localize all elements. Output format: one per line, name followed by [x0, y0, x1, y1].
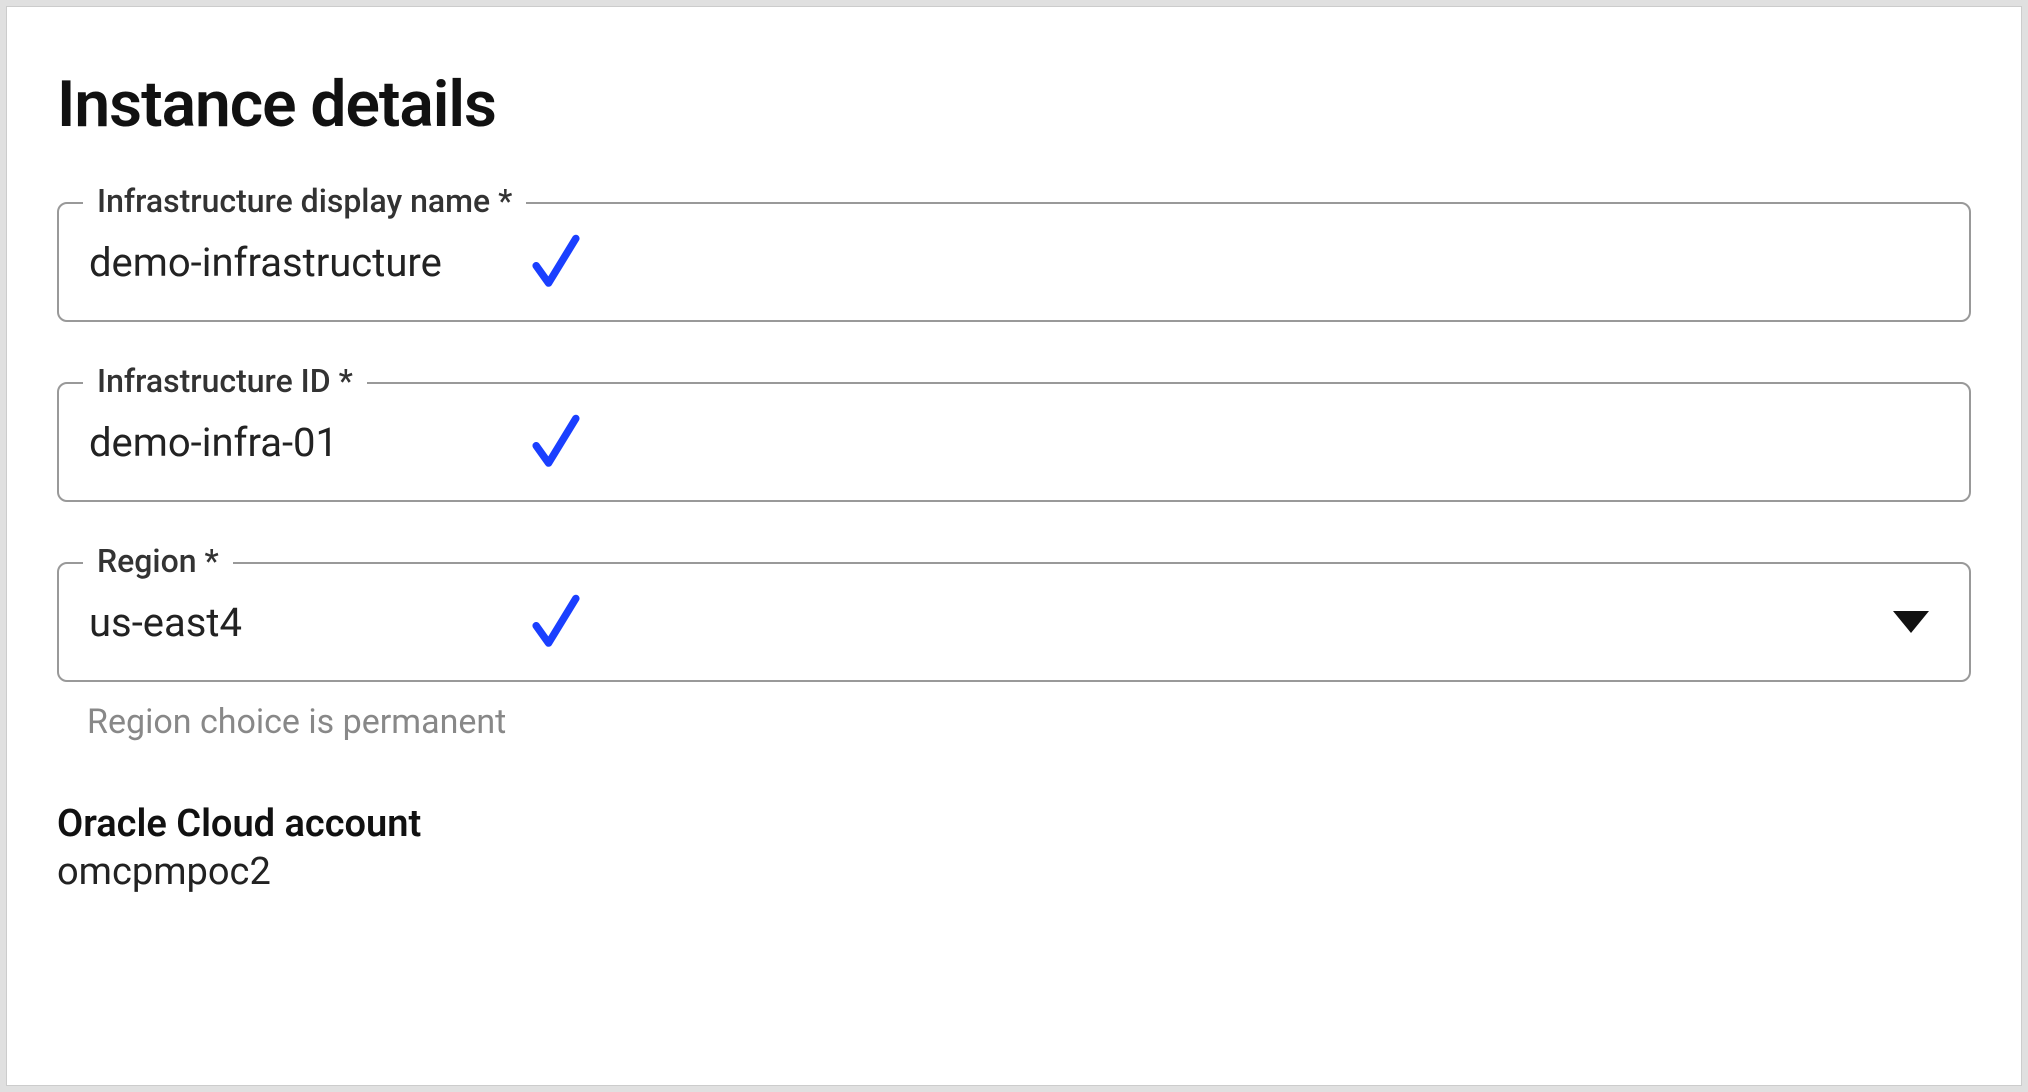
oracle-cloud-account-value: omcpmpoc2 — [57, 850, 1971, 894]
infrastructure-id-value: demo-infra-01 — [89, 419, 469, 466]
infrastructure-id-field[interactable]: Infrastructure ID * demo-infra-01 — [57, 382, 1971, 502]
chevron-down-icon — [1893, 611, 1929, 633]
infrastructure-display-name-field[interactable]: Infrastructure display name * demo-infra… — [57, 202, 1971, 322]
checkmark-icon — [529, 411, 583, 473]
region-helper-text: Region choice is permanent — [87, 702, 1971, 742]
region-label: Region * — [83, 542, 233, 580]
checkmark-icon — [529, 591, 583, 653]
infrastructure-display-name-value: demo-infrastructure — [89, 239, 469, 286]
page-title: Instance details — [57, 67, 1971, 142]
region-value: us-east4 — [89, 599, 469, 646]
infrastructure-display-name-label: Infrastructure display name * — [83, 182, 526, 220]
oracle-cloud-account-section: Oracle Cloud account omcpmpoc2 — [57, 802, 1971, 894]
infrastructure-id-label: Infrastructure ID * — [83, 362, 367, 400]
checkmark-icon — [529, 231, 583, 293]
instance-details-panel: Instance details Infrastructure display … — [6, 6, 2022, 1086]
oracle-cloud-account-label: Oracle Cloud account — [57, 802, 1971, 846]
region-select[interactable]: Region * us-east4 — [57, 562, 1971, 682]
